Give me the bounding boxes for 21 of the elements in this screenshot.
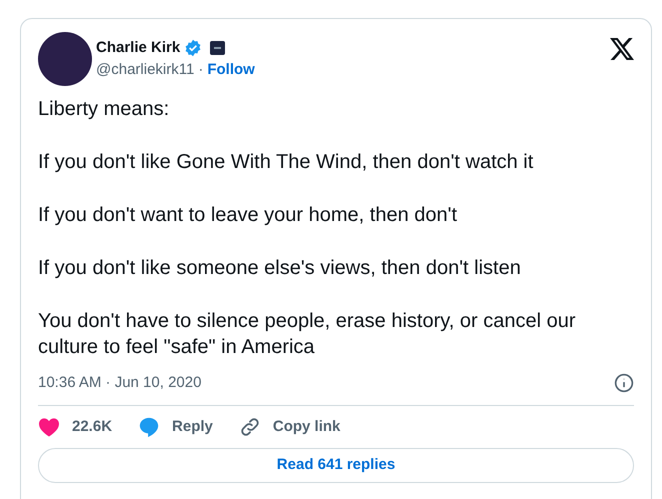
tweet-text: You don't have to silence people, erase history, or cancel our culture to feel "safe" in America: [38, 309, 576, 360]
info-icon[interactable]: [614, 373, 634, 394]
speech-bubble-icon: [138, 416, 160, 438]
follow-link[interactable]: Follow: [207, 60, 255, 80]
tweet-text: If you don't like Gone With The Wind, then don't watch it: [38, 150, 534, 175]
x-logo-icon[interactable]: [610, 38, 634, 60]
author-handle[interactable]: @charliekirk11: [96, 60, 194, 80]
like-action[interactable]: 22.6K: [38, 416, 112, 438]
reply-action[interactable]: Reply: [138, 416, 213, 438]
tweet-text: Liberty means:: [38, 97, 170, 122]
avatar[interactable]: [38, 32, 92, 86]
link-icon: [238, 416, 261, 438]
author-name[interactable]: Charlie Kirk: [96, 37, 180, 60]
tweet-timestamp[interactable]: 10:36 AM · Jun 10, 2020: [38, 372, 202, 394]
copy-action[interactable]: Copy link: [238, 416, 340, 438]
affiliation-badge-icon: [210, 41, 226, 56]
tweet-text: If you don't want to leave your home, then don't: [38, 203, 458, 228]
tweet-text: If you don't like someone else's views, then don't listen: [38, 256, 522, 281]
heart-icon: [38, 416, 60, 437]
separator-dot: ·: [198, 60, 204, 80]
read-replies-button[interactable]: Read 641 replies: [38, 448, 634, 483]
